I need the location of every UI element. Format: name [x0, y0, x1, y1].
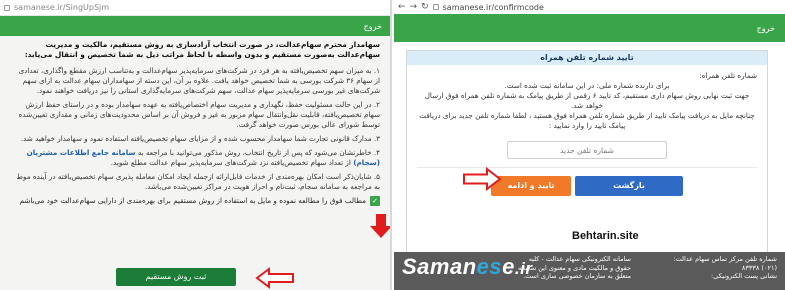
left-terms-content: سهامدار محترم سهام‌عدالت، در صورت انتخاب…	[0, 36, 390, 206]
forward-arrow-icon[interactable]: →	[410, 2, 418, 12]
new-number-info-line: چنانچه مایل به دریافت پیامک تایید از طری…	[419, 111, 755, 130]
footer-phone-label: شماره تلفن مرکز تماس سهام عدالت:	[673, 255, 777, 263]
footer-phone-number: (۰۲۱) ۸۳۳۳۸	[741, 263, 777, 272]
submit-direct-method-button[interactable]: ثبت روش مستقیم	[116, 268, 236, 286]
lock-icon	[4, 4, 10, 11]
agree-checkbox[interactable]: ✓	[370, 196, 380, 206]
right-url-text: samanese.ir/confirmcode	[442, 2, 544, 12]
right-logout-link[interactable]: خروج	[757, 24, 775, 33]
back-arrow-icon[interactable]: ←	[398, 2, 406, 12]
footer-email-label: نشانی پست الکترونیکی:	[711, 272, 777, 280]
terms-paragraph-1: ۱. به میزان سهم تخصیص‌یافته به هر فرد در…	[18, 66, 380, 95]
card-body: شماره تلفن همراه: برای دارنده شماره ملی:…	[407, 65, 767, 202]
left-screenshot-panel: samanese.ir/SingUpSjm خروج سهامدار محترم…	[0, 0, 392, 290]
reload-icon[interactable]: ↻	[421, 2, 429, 12]
red-arrow-left-icon	[255, 267, 294, 289]
right-header-bar: خروج	[394, 14, 785, 42]
right-screenshot-panel: ← → ↻ samanese.ir/confirmcode خروج تایید…	[394, 0, 785, 290]
terms-intro: سهامدار محترم سهام‌عدالت، در صورت انتخاب…	[24, 40, 380, 59]
terms-paragraph-4: ۴. خاطرنشان می‌شود که پس از تاریخ انتخاب…	[14, 148, 380, 168]
back-button[interactable]: بازگشت	[575, 176, 683, 196]
agree-row[interactable]: ✓ مطالب فوق را مطالعه نموده و مایل به اس…	[14, 196, 380, 206]
card-title: تایید شماره تلفن همراه	[407, 51, 767, 65]
footer-contact: شماره تلفن مرکز تماس سهام عدالت: (۰۲۱) ۸…	[637, 255, 777, 281]
confirm-continue-button[interactable]: تایید و ادامه	[491, 176, 571, 196]
terms-paragraph-2: ۲. در این حالت مسئولیت حفظ، نگهداری و مد…	[18, 100, 380, 129]
terms-paragraph-3: ۳. مدارک قانونی تجارت شما سهامدار محسوب …	[20, 134, 380, 143]
terms-paragraph-4-tail: از تعداد سهام تخصیص‌یافته نزد شرکت‌های س…	[110, 158, 351, 167]
confirm-phone-card: تایید شماره تلفن همراه شماره تلفن همراه:…	[406, 50, 768, 256]
right-address-bar[interactable]: ← → ↻ samanese.ir/confirmcode	[394, 0, 785, 14]
lock-icon	[432, 4, 439, 10]
new-phone-input[interactable]: شماره تلفن جدید	[507, 141, 667, 159]
samanese-logo: Samanese.ir	[402, 254, 533, 279]
national-id-line: برای دارنده شماره ملی: در این سامانه ثبت…	[504, 81, 670, 90]
red-arrow-right-icon	[463, 167, 502, 191]
left-logout-link[interactable]: خروج	[364, 22, 382, 31]
terms-paragraph-5: ۵. شایان‌ذکر است امکان بهره‌مندی از خدما…	[16, 172, 380, 191]
left-url-text: samanese.ir/SingUpSjm	[14, 3, 110, 12]
left-header-bar: خروج	[0, 16, 390, 36]
behtarin-watermark: Behtarin.site	[572, 230, 639, 242]
left-address-bar[interactable]: samanese.ir/SingUpSjm	[0, 0, 390, 16]
terms-paragraph-4-text: ۴. خاطرنشان می‌شود که پس از تاریخ انتخاب…	[137, 148, 380, 157]
sms-info-line: جهت ثبت نهایی روش سهام داری مستقیم، کد ت…	[424, 91, 750, 110]
phone-label: شماره تلفن همراه:	[699, 71, 757, 80]
agree-label: مطالب فوق را مطالعه نموده و مایل به استف…	[19, 196, 366, 205]
